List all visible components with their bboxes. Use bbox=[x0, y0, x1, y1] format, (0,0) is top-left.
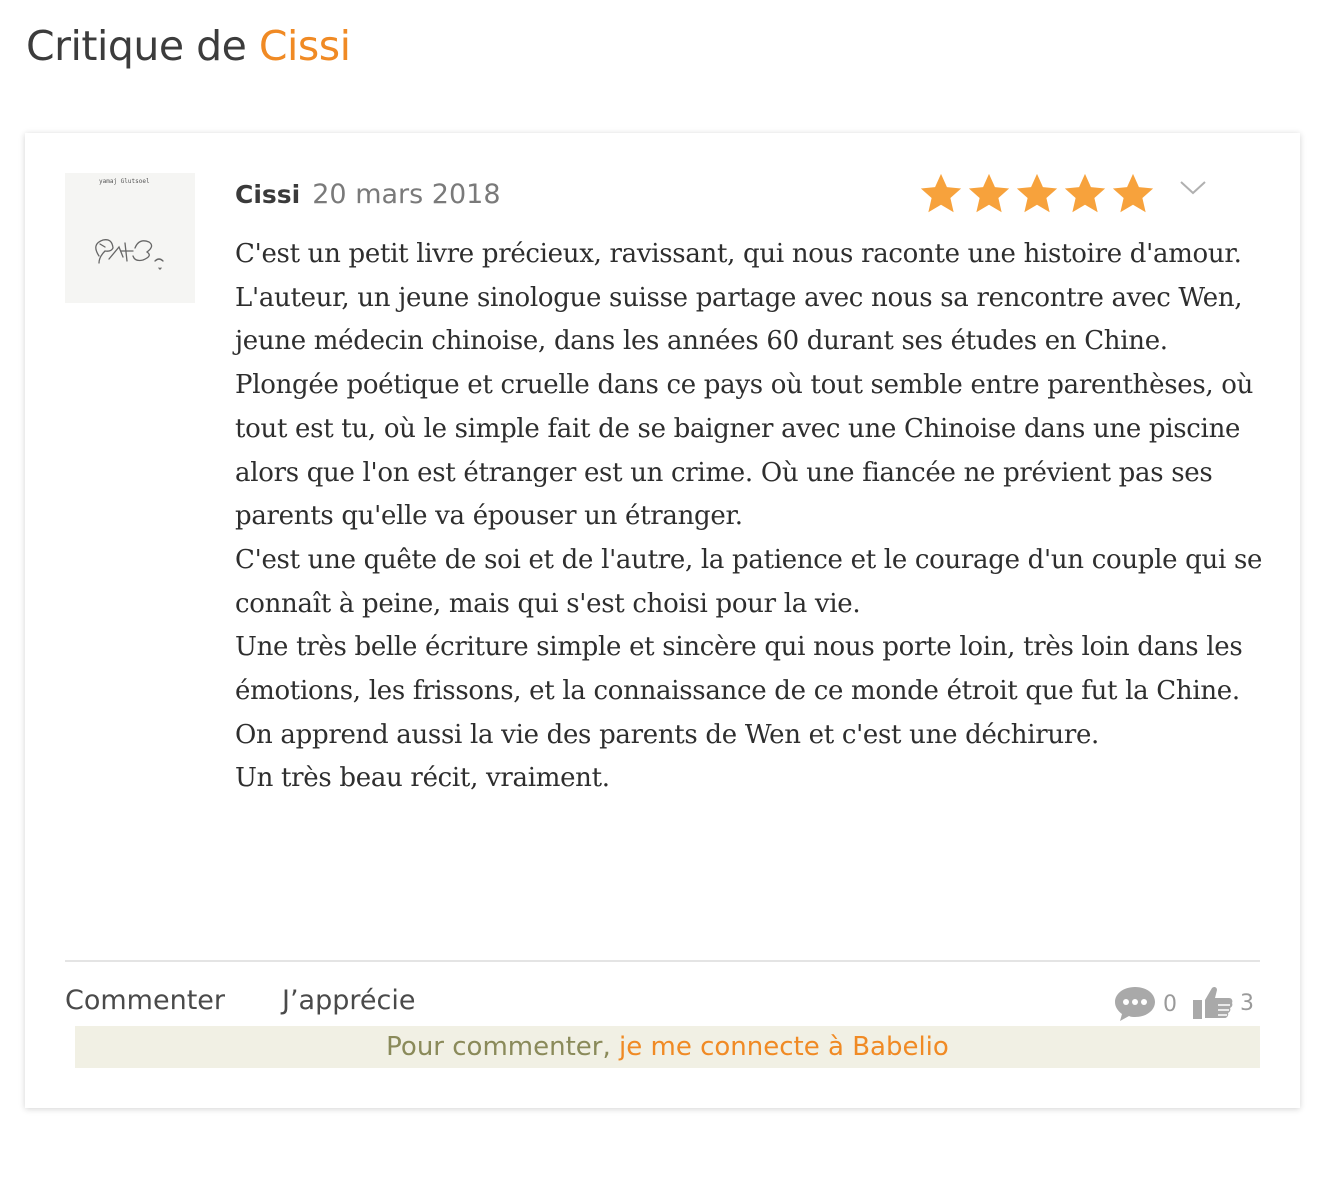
star-icon bbox=[968, 173, 1010, 213]
rating-stars bbox=[918, 171, 1156, 217]
review-header: Cissi 20 mars 2018 bbox=[235, 177, 501, 213]
avatar-caption: yamaj Glutsoel bbox=[99, 178, 150, 185]
comments-counter[interactable]: 0 bbox=[1113, 985, 1177, 1023]
review-paragraph: C'est une quête de soi et de l'autre, la… bbox=[235, 544, 1263, 619]
review-card: yamaj Glutsoel Cissi 20 mars 2018 C'est u… bbox=[25, 133, 1300, 1108]
review-author-link[interactable]: Cissi bbox=[235, 180, 300, 209]
star-icon bbox=[1064, 173, 1106, 213]
review-paragraph: L'auteur, un jeune sinologue suisse part… bbox=[235, 282, 1243, 357]
star-icon bbox=[1112, 173, 1154, 213]
speech-bubble-icon bbox=[1115, 987, 1155, 1021]
review-paragraph: Plongée poétique et cruelle dans ce pays… bbox=[235, 370, 1254, 532]
likes-counter[interactable]: 3 bbox=[1192, 985, 1254, 1021]
page-title-prefix: Critique de bbox=[26, 22, 259, 70]
page-title: Critique de Cissi bbox=[26, 22, 351, 70]
comment-button[interactable]: Commenter bbox=[65, 985, 225, 1016]
star-icon bbox=[1016, 173, 1058, 213]
login-prompt: Pour commenter, je me connecte à Babelio bbox=[75, 1026, 1260, 1068]
login-link[interactable]: je me connecte à Babelio bbox=[619, 1032, 949, 1062]
likes-count: 3 bbox=[1240, 990, 1254, 1016]
page-title-user-link[interactable]: Cissi bbox=[259, 22, 351, 70]
login-prompt-text: Pour commenter, bbox=[386, 1032, 620, 1062]
review-body: C'est un petit livre précieux, ravissant… bbox=[235, 233, 1270, 801]
review-paragraph: Un très beau récit, vraiment. bbox=[235, 763, 610, 794]
divider bbox=[65, 960, 1260, 962]
avatar[interactable]: yamaj Glutsoel bbox=[65, 173, 195, 303]
review-paragraph: C'est un petit livre précieux, ravissant… bbox=[235, 239, 1242, 269]
review-paragraph: On apprend aussi la vie des parents de W… bbox=[235, 719, 1100, 750]
comments-count: 0 bbox=[1163, 991, 1177, 1017]
review-paragraph: Une très belle écriture simple et sincèr… bbox=[235, 632, 1243, 707]
chevron-down-icon[interactable] bbox=[1179, 178, 1207, 198]
thumbs-up-icon bbox=[1193, 986, 1233, 1019]
star-icon bbox=[920, 173, 962, 213]
review-date: 20 mars 2018 bbox=[312, 179, 501, 210]
like-button[interactable]: J’apprécie bbox=[282, 985, 415, 1016]
avatar-image: yamaj Glutsoel bbox=[65, 173, 195, 303]
